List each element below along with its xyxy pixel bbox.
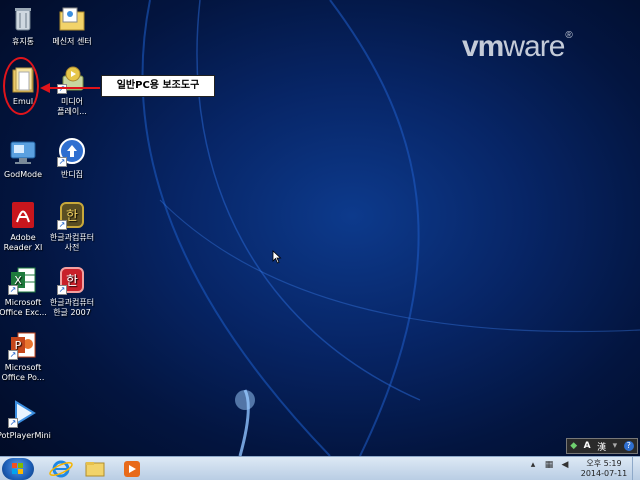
taskbar-clock[interactable]: 오후 5:19 2014-07-11 (580, 459, 628, 479)
icon-label: 휴지통 (11, 37, 35, 46)
recycle-bin-icon (8, 4, 38, 34)
shortcut-arrow-icon: ↗ (57, 157, 67, 167)
taskbar-internet-explorer[interactable] (46, 459, 76, 479)
language-bar[interactable]: ◆ A 漢 ▾ ? (566, 438, 638, 454)
shortcut-arrow-icon: ↗ (8, 350, 18, 360)
powerpoint-icon: P ↗ (8, 330, 38, 360)
taskbar: ▴ ▦ ◀ 오후 5:19 2014-07-11 (0, 456, 640, 480)
icon-label-line1: Microsoft (4, 363, 42, 372)
icon-label-line1: 한글과컴퓨터 (49, 233, 95, 242)
shortcut-arrow-icon: ↗ (8, 418, 18, 428)
icon-label-line1: 한글과컴퓨터 (49, 298, 95, 307)
internet-explorer-icon (49, 460, 73, 478)
icon-label-line2: 한글 2007 (53, 308, 91, 317)
desktop-icon-recycle-bin[interactable]: 휴지통 (0, 4, 49, 47)
annotation-arrow-icon (40, 83, 100, 93)
vmware-logo: vmware® (462, 30, 573, 64)
windows-logo-icon (12, 463, 23, 474)
show-hidden-icons-icon[interactable]: ▴ (528, 460, 538, 470)
desktop-icon-excel[interactable]: X ↗ Microsoft Office Exc... (0, 265, 49, 318)
hwp-icon: 한 ↗ (57, 265, 87, 295)
icon-label: GodMode (4, 170, 42, 179)
desktop-icon-potplayer[interactable]: ↗ PotPlayerMini (0, 398, 51, 441)
svg-text:한: 한 (66, 209, 78, 224)
icon-label: PotPlayerMini (0, 431, 51, 440)
annotation-callout: 일반PC용 보조도구 (101, 75, 215, 97)
icon-label-line2: 사전 (64, 243, 80, 252)
icon-label-line2: Reader XI (3, 243, 43, 252)
explorer-folder-icon (85, 462, 105, 477)
clock-time: 오후 5:19 (586, 459, 622, 468)
network-icon[interactable]: ▦ (544, 460, 554, 470)
messenger-center-icon (57, 4, 87, 34)
taskbar-media-player[interactable] (116, 459, 146, 479)
godmode-icon (8, 137, 38, 167)
desktop-icon-adobe-reader[interactable]: Adobe Reader XI (0, 200, 49, 253)
icon-label-line2: 플레이... (57, 107, 87, 116)
logo-ware: ware (503, 30, 565, 63)
hancom-dictionary-icon: 한 ↗ (57, 200, 87, 230)
icon-label-line1: Microsoft (4, 298, 42, 307)
langbar-mode[interactable]: A (584, 441, 591, 451)
langbar-hanja[interactable]: 漢 (597, 440, 606, 453)
system-tray: ▴ ▦ ◀ (528, 460, 570, 470)
annotation-highlight-circle (3, 57, 39, 115)
bandizip-icon: ↗ (57, 137, 87, 167)
icon-label-line1: 미디어 (60, 97, 84, 106)
shortcut-arrow-icon: ↗ (57, 220, 67, 230)
icon-label: 반디집 (60, 170, 84, 179)
desktop-icon-powerpoint[interactable]: P ↗ Microsoft Office Po... (0, 330, 49, 383)
mouse-cursor-icon (272, 250, 282, 264)
svg-text:한: 한 (66, 274, 78, 289)
icon-label-line2: Office Po... (1, 373, 45, 382)
icon-label-line2: Office Exc... (0, 308, 47, 317)
langbar-options-icon[interactable]: ▾ (613, 441, 618, 451)
media-player-icon (124, 461, 140, 477)
langbar-grip-icon: ◆ (570, 441, 578, 451)
desktop-icon-messenger-center[interactable]: 메신저 센터 (46, 4, 98, 47)
volume-icon[interactable]: ◀ (560, 460, 570, 470)
icon-label-line1: Adobe (10, 233, 36, 242)
adobe-reader-icon (8, 200, 38, 230)
icon-label: 메신저 센터 (52, 37, 92, 46)
excel-icon: X ↗ (8, 265, 38, 295)
desktop-icon-bandizip[interactable]: ↗ 반디집 (46, 137, 98, 180)
show-desktop-button[interactable] (632, 457, 640, 480)
taskbar-windows-explorer[interactable] (80, 459, 110, 479)
logo-registered: ® (565, 30, 572, 41)
potplayer-icon: ↗ (8, 398, 38, 428)
logo-vm: vm (462, 30, 504, 63)
help-icon[interactable]: ? (623, 441, 634, 451)
shortcut-arrow-icon: ↗ (8, 285, 18, 295)
desktop-icon-hancom-dictionary[interactable]: 한 ↗ 한글과컴퓨터 사전 (46, 200, 98, 253)
desktop-icon-godmode[interactable]: GodMode (0, 137, 49, 180)
desktop-icon-hwp[interactable]: 한 ↗ 한글과컴퓨터 한글 2007 (46, 265, 98, 318)
start-button[interactable] (2, 458, 34, 480)
clock-date: 2014-07-11 (580, 469, 628, 478)
shortcut-arrow-icon: ↗ (57, 285, 67, 295)
